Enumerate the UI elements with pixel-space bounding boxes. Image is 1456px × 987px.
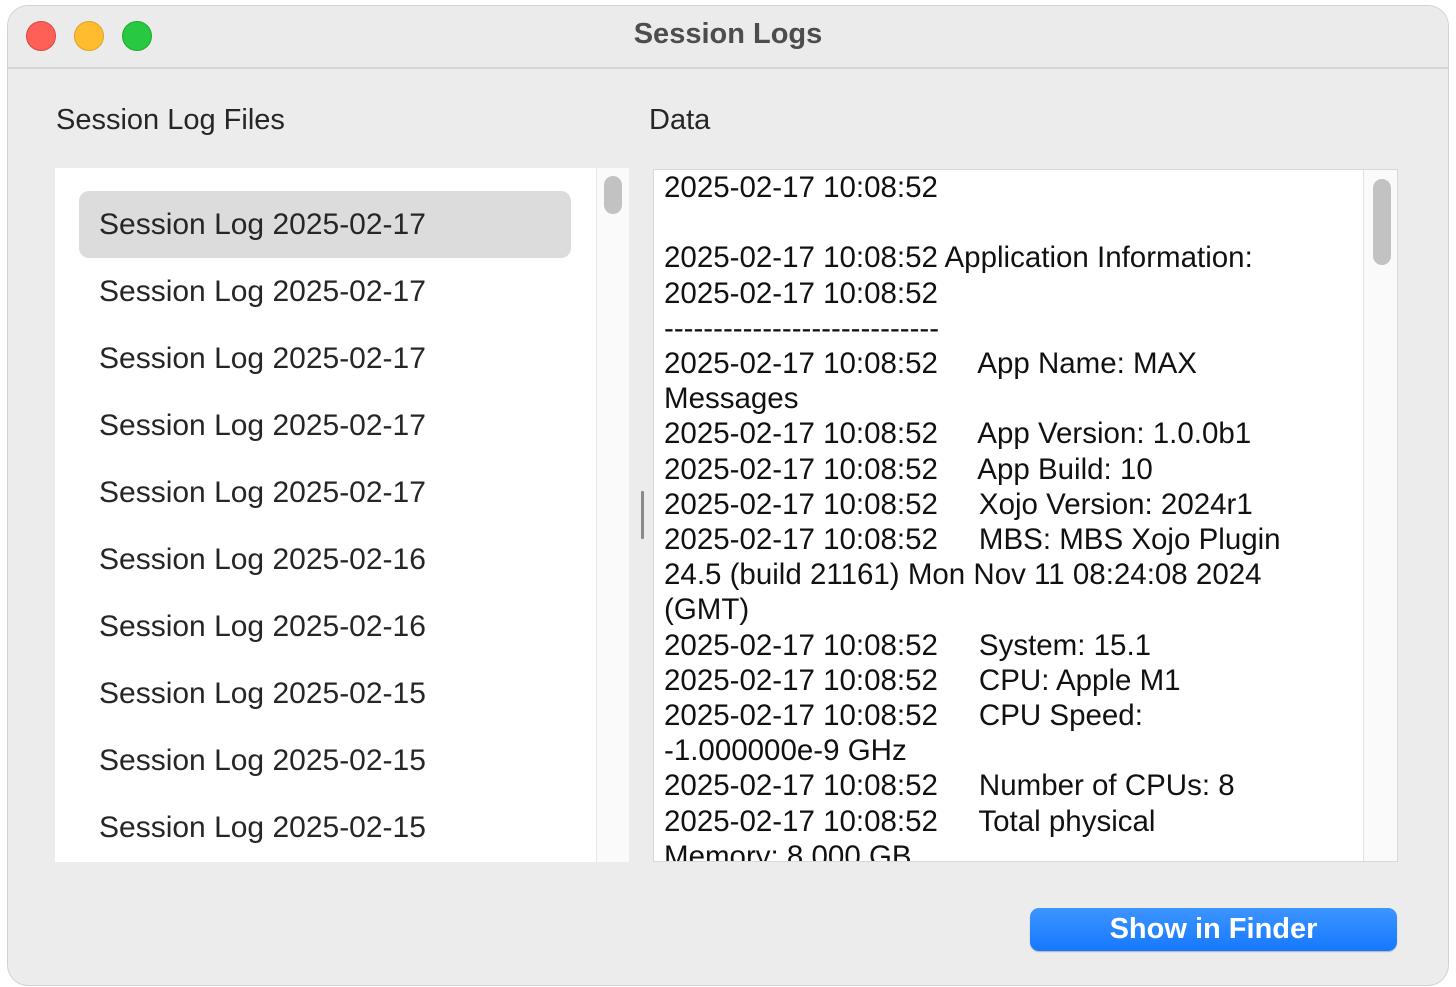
title-bar[interactable]: Session Logs — [8, 6, 1448, 69]
data-label: Data — [649, 104, 711, 136]
list-scrollbar-thumb[interactable] — [604, 176, 622, 214]
split-view-divider[interactable] — [641, 491, 644, 539]
session-log-list[interactable]: Session Log 2025-02-17 Session Log 2025-… — [55, 168, 629, 862]
session-log-item[interactable]: Session Log 2025-02-15 — [79, 660, 571, 727]
list-scrollbar[interactable] — [596, 168, 629, 862]
session-log-item[interactable]: Session Log 2025-02-17 — [79, 191, 571, 258]
session-log-item[interactable]: Session Log 2025-02-17 — [79, 325, 571, 392]
window-title: Session Logs — [633, 18, 823, 50]
session-log-item[interactable]: Session Log 2025-02-15 — [79, 794, 571, 861]
show-in-finder-button[interactable]: Show in Finder — [1030, 908, 1397, 951]
log-data-text-area[interactable]: 2025-02-17 10:08:52 2025-02-17 10:08:52 … — [653, 169, 1398, 862]
session-log-item[interactable]: Session Log 2025-02-16 — [79, 593, 571, 660]
data-scrollbar-thumb[interactable] — [1373, 179, 1391, 265]
session-log-item[interactable]: Session Log 2025-02-15 — [79, 727, 571, 794]
session-logs-window: Session Logs Session Log Files Data Sess… — [8, 6, 1448, 985]
session-log-item[interactable]: Session Log 2025-02-17 — [79, 258, 571, 325]
session-log-item[interactable]: Session Log 2025-02-17 — [79, 392, 571, 459]
session-log-item[interactable]: Session Log 2025-02-17 — [79, 459, 571, 526]
session-log-item[interactable]: Session Log 2025-02-16 — [79, 526, 571, 593]
data-scrollbar[interactable] — [1363, 170, 1397, 861]
session-log-files-label: Session Log Files — [56, 104, 285, 136]
log-data-text[interactable]: 2025-02-17 10:08:52 2025-02-17 10:08:52 … — [664, 170, 1354, 861]
